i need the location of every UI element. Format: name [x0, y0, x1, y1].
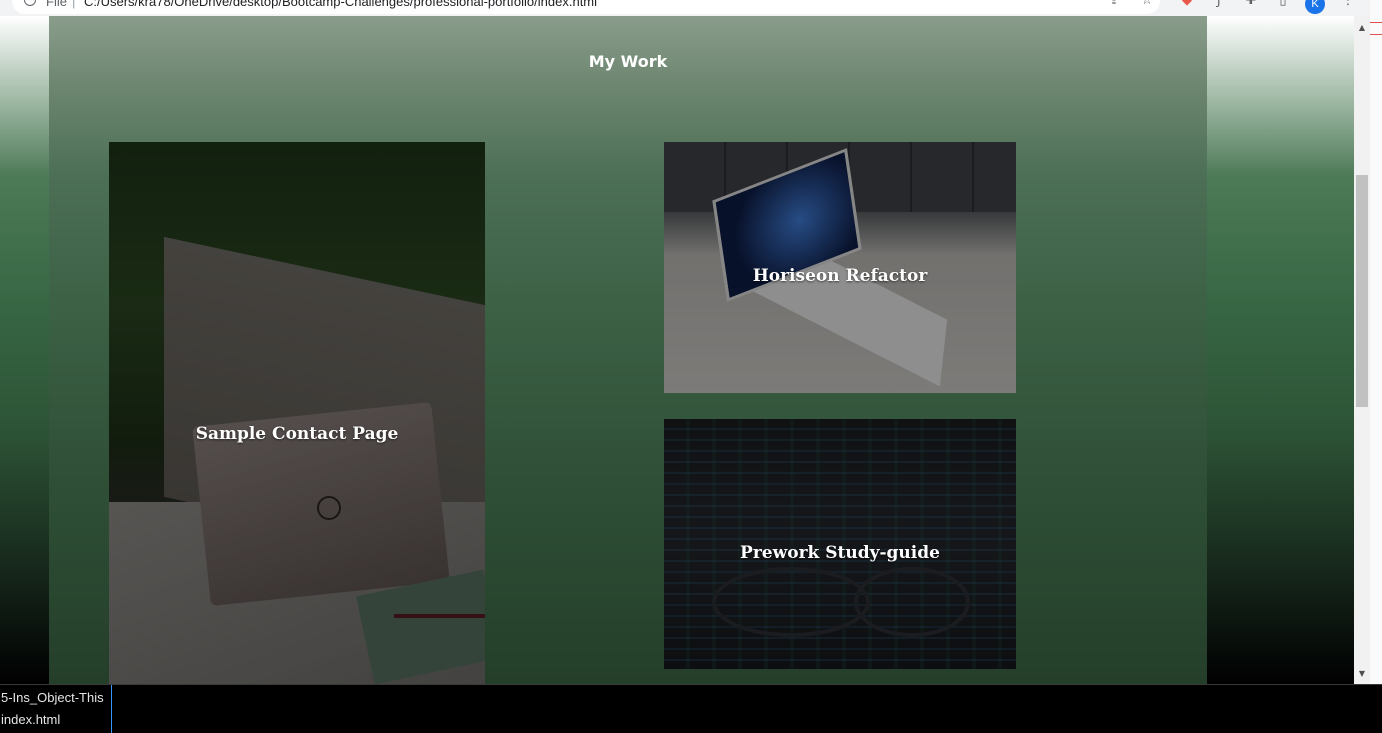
- project-card-prework[interactable]: Prework Study-guide: [664, 419, 1016, 669]
- project-title[interactable]: Prework Study-guide: [664, 543, 1016, 563]
- scroll-up-arrow-icon[interactable]: ▲: [1354, 20, 1370, 36]
- scroll-thumb[interactable]: [1356, 175, 1368, 407]
- url-scheme: File: [46, 0, 67, 9]
- card-overlay: [109, 142, 485, 684]
- editor-edge: [1370, 0, 1382, 684]
- star-icon[interactable]: ☆: [1140, 0, 1154, 8]
- editor-tab-folder: 5-Ins_Object-This: [1, 690, 104, 705]
- page-scrollbar[interactable]: ▲ ▼: [1354, 16, 1370, 684]
- page-viewport: My Work Sample Contact Page Horiseon Ref…: [0, 16, 1354, 684]
- section-title: My Work: [588, 52, 668, 71]
- puzzle-icon[interactable]: ✚: [1244, 0, 1258, 8]
- url-text[interactable]: C:/Users/kra78/OneDrive/desktop/Bootcamp…: [84, 0, 597, 9]
- menu-icon[interactable]: ⋮: [1341, 0, 1355, 8]
- extension-red-icon[interactable]: ◆: [1180, 0, 1194, 8]
- project-card-horiseon[interactable]: Horiseon Refactor: [664, 142, 1016, 393]
- editor-tab[interactable]: 5-Ins_Object-This index.html: [0, 685, 112, 733]
- project-title[interactable]: Horiseon Refactor: [664, 266, 1016, 286]
- divider: [1370, 34, 1382, 35]
- scroll-down-arrow-icon[interactable]: ▼: [1354, 666, 1370, 682]
- project-title[interactable]: Sample Contact Page: [109, 424, 485, 444]
- font-extension-icon[interactable]: ƒ: [1212, 0, 1226, 8]
- browser-toolbar: File | C:/Users/kra78/OneDrive/desktop/B…: [0, 0, 1382, 17]
- avatar[interactable]: K: [1305, 0, 1325, 14]
- work-section: My Work Sample Contact Page Horiseon Ref…: [49, 16, 1207, 684]
- sidepanel-icon[interactable]: ▯: [1276, 0, 1290, 8]
- share-icon[interactable]: ⇪: [1107, 0, 1121, 8]
- divider: [1370, 22, 1382, 23]
- editor-tab-bar: 5-Ins_Object-This index.html: [0, 684, 1382, 733]
- project-card-contact[interactable]: Sample Contact Page: [109, 142, 485, 684]
- editor-tab-file: index.html: [1, 712, 61, 727]
- url-separator: |: [72, 0, 76, 9]
